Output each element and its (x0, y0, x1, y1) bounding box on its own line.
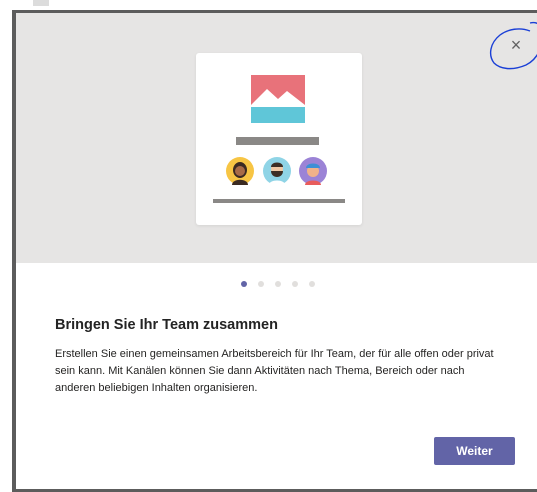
window-tab (33, 0, 49, 6)
hero-illustration-area: × (16, 13, 537, 263)
pagination-dot-2[interactable] (258, 281, 264, 287)
dialog-title: Bringen Sie Ihr Team zusammen (55, 317, 278, 333)
pagination-dot-1[interactable] (241, 281, 247, 287)
placeholder-footer-bar (213, 199, 345, 203)
avatar-icon (263, 157, 291, 185)
pagination-dots (241, 280, 315, 288)
dialog-description: Erstellen Sie einen gemeinsamen Arbeitsb… (55, 348, 494, 394)
illustration-card (196, 53, 362, 225)
close-icon: × (510, 34, 522, 55)
avatar-icon (299, 157, 327, 185)
avatar-icon (226, 157, 254, 185)
welcome-dialog: × Bringen Sie Ihr Team zusammen Erstelle… (16, 13, 537, 491)
pagination-dot-3[interactable] (275, 281, 281, 287)
placeholder-title-bar (236, 137, 319, 145)
landscape-image-icon (251, 75, 305, 123)
next-button[interactable]: Weiter (434, 437, 515, 465)
pagination-dot-4[interactable] (292, 281, 298, 287)
pagination-dot-5[interactable] (309, 281, 315, 287)
close-button[interactable]: × (503, 32, 529, 58)
